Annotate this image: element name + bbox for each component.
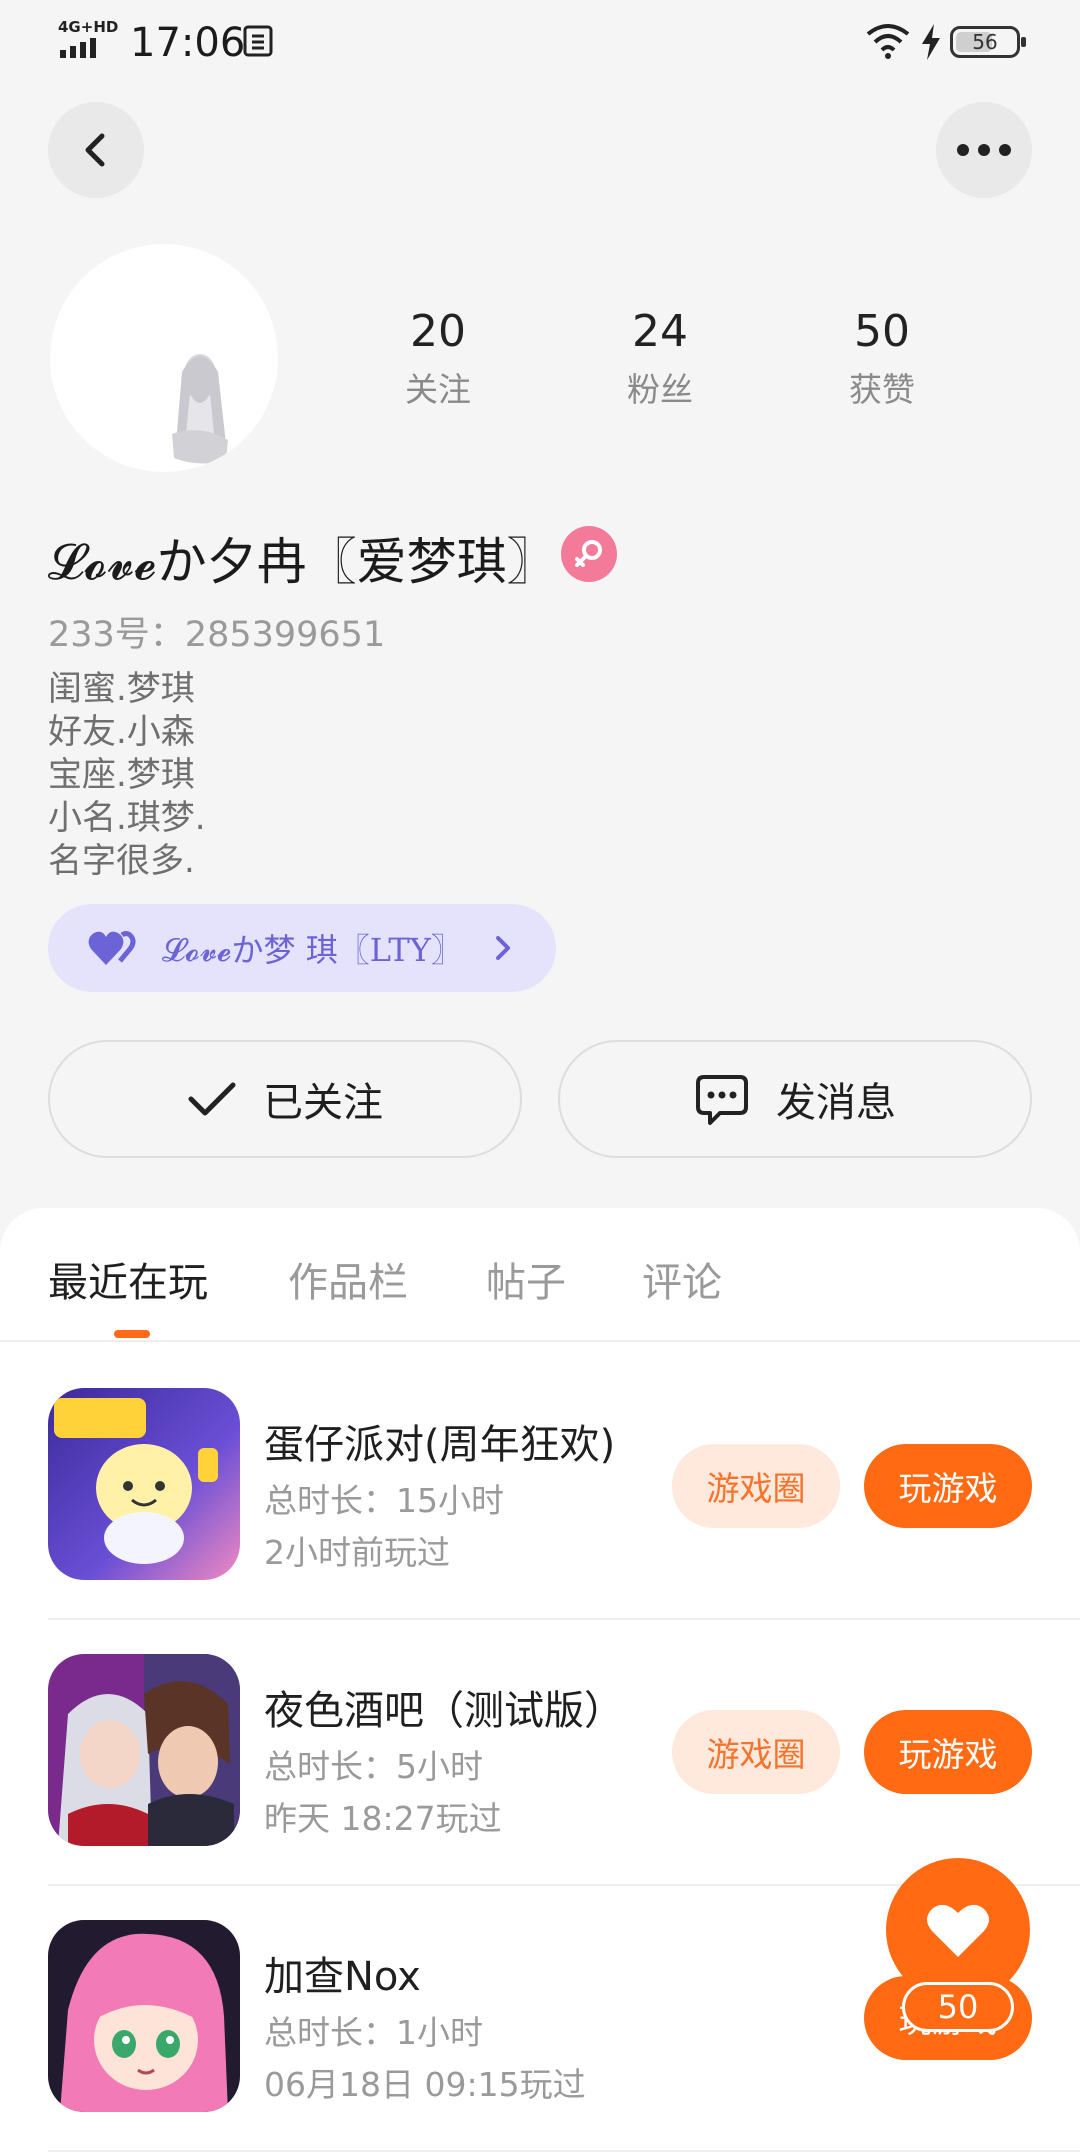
game-last-played: 06月18日 09:15玩过 [264,2065,586,2104]
battery-icon: 56 [950,26,1026,58]
row-divider [48,2150,1080,2152]
check-icon [188,1082,236,1116]
followers-count: 24 [632,306,688,357]
game-icon-eggy-party[interactable] [48,1388,240,1580]
likes-count: 50 [854,306,910,357]
avatar-image [50,244,278,472]
likes-stat[interactable]: 50 获赞 [802,306,962,411]
game-icon-gacha-nox[interactable] [48,1920,240,2112]
female-gender-icon [561,526,617,582]
tab-divider [0,1340,1080,1342]
tab-works[interactable]: 作品栏 [288,1250,408,1308]
game-title: 加查Nox [264,1954,421,2000]
game-icon-night-bar[interactable] [48,1654,240,1846]
network-type: 4G+HD [58,18,119,36]
message-label: 发消息 [776,1080,896,1126]
following-label: 关注 [405,370,471,409]
status-bar: 4G+HD 17:06 56 [0,0,1080,90]
signal-icon [60,38,96,58]
heart-icon [927,1904,989,1957]
game-circle-button[interactable]: 游戏圈 [672,1710,840,1794]
tab-recent-played[interactable]: 最近在玩 [48,1250,208,1308]
game-duration: 总时长：1小时 [264,2013,483,2052]
game-duration: 总时长：15小时 [264,1481,504,1520]
play-game-button[interactable]: 玩游戏 [864,1710,1032,1794]
charging-icon [922,24,940,60]
username: 𝓛𝓸𝓿𝓮か夕冉〖爱梦琪〗 [48,533,557,591]
like-fab-button[interactable] [886,1858,1030,2002]
chevron-left-icon [85,133,105,167]
chevron-right-icon [495,936,510,960]
game-last-played: 昨天 18:27玩过 [264,1799,502,1838]
relation-badge[interactable]: 𝓛𝓸𝓿𝓮か梦 琪〖LTY〗 [48,904,556,992]
battery-level: 56 [972,30,998,54]
double-heart-icon [88,931,136,965]
like-count-badge: 50 [902,1982,1014,2032]
game-duration: 总时长：5小时 [264,1747,483,1786]
bio: 闺蜜.梦琪 好友.小森 宝座.梦琪 小名.琪梦. 名字很多. [48,669,206,881]
chat-bubble-icon [696,1075,748,1125]
followed-label: 已关注 [263,1080,383,1126]
back-button[interactable] [48,102,144,198]
game-circle-button[interactable]: 游戏圈 [672,1444,840,1528]
more-button[interactable] [936,102,1032,198]
message-button[interactable]: 发消息 [558,1040,1032,1158]
tab-comments[interactable]: 评论 [642,1250,722,1308]
likes-label: 获赞 [849,370,915,409]
sim-icon [243,25,273,57]
followers-stat[interactable]: 24 粉丝 [580,306,740,411]
following-count: 20 [410,306,466,357]
game-title: 蛋仔派对(周年狂欢) [264,1422,616,1468]
tab-indicator [114,1330,150,1338]
clock: 17:06 [130,20,246,66]
more-icon [957,144,1011,156]
game-last-played: 2小时前玩过 [264,1533,450,1572]
tab-posts[interactable]: 帖子 [486,1250,566,1308]
following-stat[interactable]: 20 关注 [358,306,518,411]
row-divider [48,1618,1080,1620]
followed-button[interactable]: 已关注 [48,1040,522,1158]
user-id: 233号：285399651 [48,615,386,655]
play-game-button[interactable]: 玩游戏 [864,1444,1032,1528]
avatar[interactable] [50,244,278,472]
game-title: 夜色酒吧（测试版） [264,1688,624,1734]
relation-label: 𝓛𝓸𝓿𝓮か梦 琪〖LTY〗 [162,931,463,969]
followers-label: 粉丝 [627,370,693,409]
wifi-icon [866,24,910,59]
